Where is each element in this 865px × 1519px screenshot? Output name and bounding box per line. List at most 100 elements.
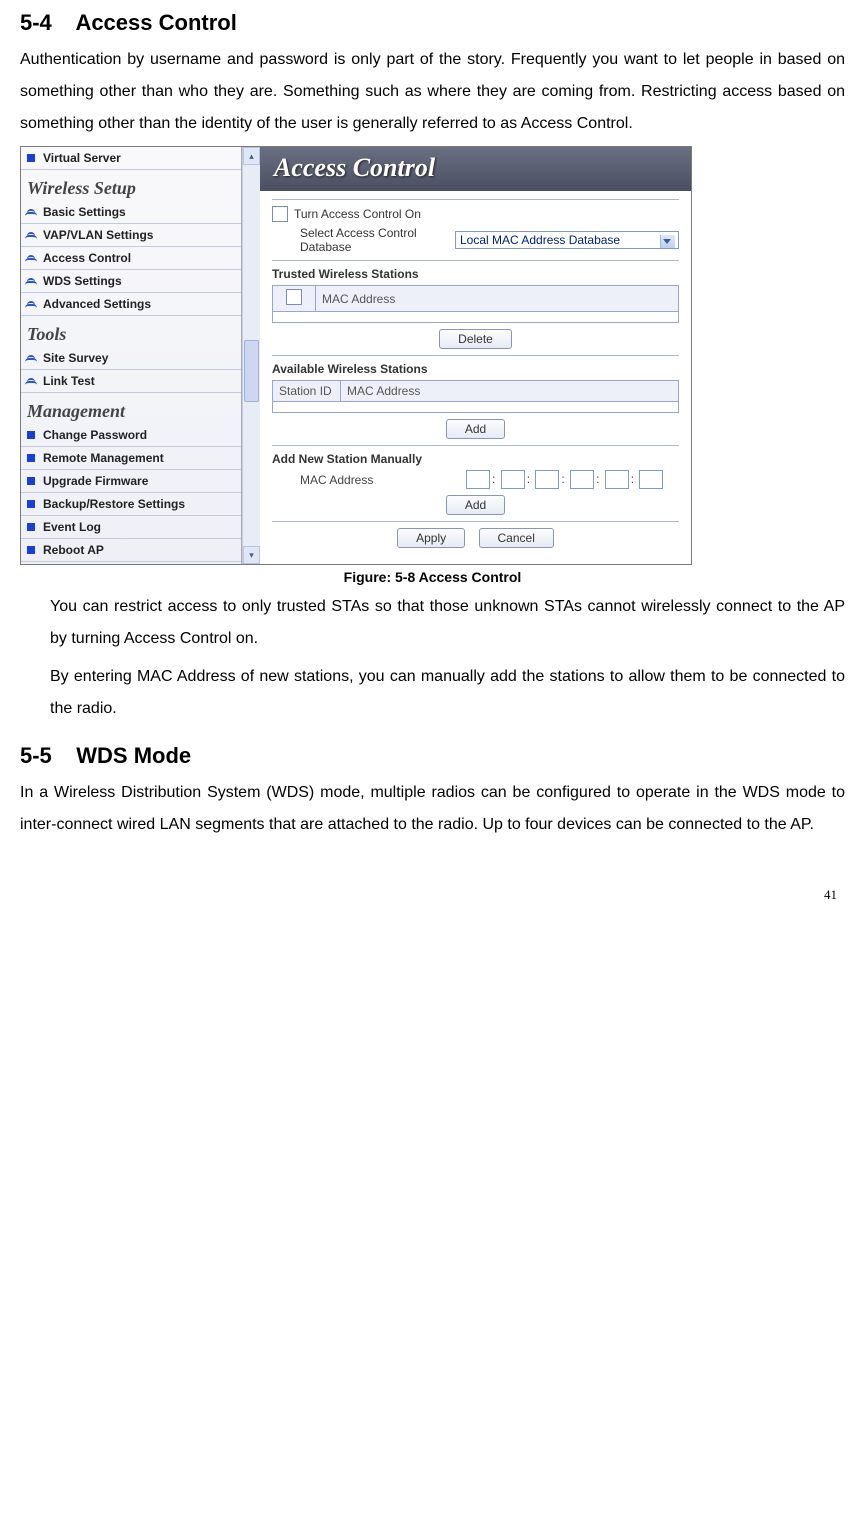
sidebar-item-vap-vlan[interactable]: VAP/VLAN Settings xyxy=(21,224,241,247)
sidebar-item-change-password[interactable]: Change Password xyxy=(21,424,241,447)
panel-title: Access Control xyxy=(274,153,677,183)
label: Advanced Settings xyxy=(43,297,151,311)
main-panel: Access Control Turn Access Control On Se… xyxy=(260,147,691,564)
panel-banner: Access Control xyxy=(260,147,691,191)
label: Site Survey xyxy=(43,351,108,365)
label: WDS Settings xyxy=(43,274,122,288)
label: Link Test xyxy=(43,374,95,388)
mac-input-6[interactable] xyxy=(639,470,663,489)
chevron-down-icon xyxy=(663,239,671,244)
colon: : xyxy=(629,472,636,486)
delete-button[interactable]: Delete xyxy=(439,329,512,349)
colon: : xyxy=(525,472,532,486)
sidebar-header-management: Management xyxy=(21,393,241,424)
mac-input-4[interactable] xyxy=(570,470,594,489)
label: Virtual Server xyxy=(43,151,121,165)
select-db-label: Select Access Control Database xyxy=(300,226,449,254)
label: Event Log xyxy=(43,520,101,534)
colon: : xyxy=(490,472,497,486)
db-select-value: Local MAC Address Database xyxy=(460,233,620,247)
sidebar-item-link-test[interactable]: Link Test xyxy=(21,370,241,393)
wireless-icon xyxy=(25,298,37,308)
station-id-col: Station ID xyxy=(273,381,341,402)
section-5-5-paragraph: In a Wireless Distribution System (WDS) … xyxy=(20,777,845,841)
turn-on-checkbox[interactable] xyxy=(272,206,288,222)
available-table: Station ID MAC Address xyxy=(272,380,679,413)
label: Reboot AP xyxy=(43,543,104,557)
colon: : xyxy=(594,472,601,486)
wireless-icon xyxy=(25,352,37,362)
wireless-icon xyxy=(25,252,37,262)
square-icon xyxy=(27,154,35,162)
scroll-thumb[interactable] xyxy=(244,340,259,402)
cancel-button[interactable]: Cancel xyxy=(479,528,554,548)
wireless-icon xyxy=(25,375,37,385)
sidebar: Virtual Server Wireless Setup Basic Sett… xyxy=(21,147,242,564)
scroll-down-icon[interactable]: ▾ xyxy=(243,546,260,564)
turn-on-label: Turn Access Control On xyxy=(294,207,421,221)
trusted-mac-col: MAC Address xyxy=(316,286,679,312)
num: 5-4 xyxy=(20,10,52,35)
add-manual-button[interactable]: Add xyxy=(446,495,505,515)
sidebar-header-tools: Tools xyxy=(21,316,241,347)
sidebar-item-wds-settings[interactable]: WDS Settings xyxy=(21,270,241,293)
section-5-4-paragraph: Authentication by username and password … xyxy=(20,44,845,140)
sidebar-header-wireless: Wireless Setup xyxy=(21,170,241,201)
label: Remote Management xyxy=(43,451,164,465)
square-icon xyxy=(27,477,35,485)
apply-button[interactable]: Apply xyxy=(397,528,465,548)
db-select[interactable]: Local MAC Address Database xyxy=(455,231,679,249)
select-db-row: Select Access Control Database Local MAC… xyxy=(272,226,679,254)
label: Backup/Restore Settings xyxy=(43,497,185,511)
after-paragraph-1: You can restrict access to only trusted … xyxy=(50,591,845,655)
screenshot-access-control: Virtual Server Wireless Setup Basic Sett… xyxy=(20,146,692,565)
mac-label: MAC Address xyxy=(300,473,460,487)
sidebar-item-virtual-server[interactable]: Virtual Server xyxy=(21,147,241,170)
trusted-select-all-checkbox[interactable] xyxy=(286,289,302,305)
sidebar-item-reboot-ap[interactable]: Reboot AP xyxy=(21,539,241,562)
divider xyxy=(272,355,679,356)
add-available-button[interactable]: Add xyxy=(446,419,505,439)
label: Change Password xyxy=(43,428,147,442)
label: Basic Settings xyxy=(43,205,126,219)
trusted-empty-row xyxy=(273,312,679,323)
turn-on-row: Turn Access Control On xyxy=(272,206,679,222)
sidebar-item-upgrade-firmware[interactable]: Upgrade Firmware xyxy=(21,470,241,493)
sidebar-item-site-survey[interactable]: Site Survey xyxy=(21,347,241,370)
mac-input-3[interactable] xyxy=(535,470,559,489)
num: 5-5 xyxy=(20,743,52,768)
divider xyxy=(272,521,679,522)
square-icon xyxy=(27,500,35,508)
divider xyxy=(272,199,679,200)
available-mac-col: MAC Address xyxy=(341,381,679,402)
sidebar-scrollbar[interactable]: ▴ ▾ xyxy=(242,147,260,564)
mac-input-1[interactable] xyxy=(466,470,490,489)
add-new-heading: Add New Station Manually xyxy=(272,452,679,466)
sidebar-item-advanced-settings[interactable]: Advanced Settings xyxy=(21,293,241,316)
title: WDS Mode xyxy=(76,743,191,768)
scroll-track[interactable] xyxy=(243,165,260,546)
colon: : xyxy=(559,472,566,486)
square-icon xyxy=(27,454,35,462)
label: VAP/VLAN Settings xyxy=(43,228,153,242)
after-paragraph-2: By entering MAC Address of new stations,… xyxy=(50,661,845,725)
sidebar-item-access-control[interactable]: Access Control xyxy=(21,247,241,270)
mac-input-5[interactable] xyxy=(605,470,629,489)
mac-input-2[interactable] xyxy=(501,470,525,489)
sidebar-item-backup-restore[interactable]: Backup/Restore Settings xyxy=(21,493,241,516)
title: Access Control xyxy=(75,10,236,35)
label: Access Control xyxy=(43,251,131,265)
scroll-up-icon[interactable]: ▴ xyxy=(243,147,260,165)
mac-row: MAC Address : : : : : xyxy=(272,470,679,489)
square-icon xyxy=(27,431,35,439)
available-heading: Available Wireless Stations xyxy=(272,362,679,376)
section-5-5-heading: 5-5 WDS Mode xyxy=(20,743,845,769)
wireless-icon xyxy=(25,206,37,216)
action-row: Apply Cancel xyxy=(272,528,679,548)
page-number: 41 xyxy=(20,847,845,903)
square-icon xyxy=(27,546,35,554)
sidebar-item-basic-settings[interactable]: Basic Settings xyxy=(21,201,241,224)
sidebar-item-remote-management[interactable]: Remote Management xyxy=(21,447,241,470)
sidebar-item-event-log[interactable]: Event Log xyxy=(21,516,241,539)
square-icon xyxy=(27,523,35,531)
